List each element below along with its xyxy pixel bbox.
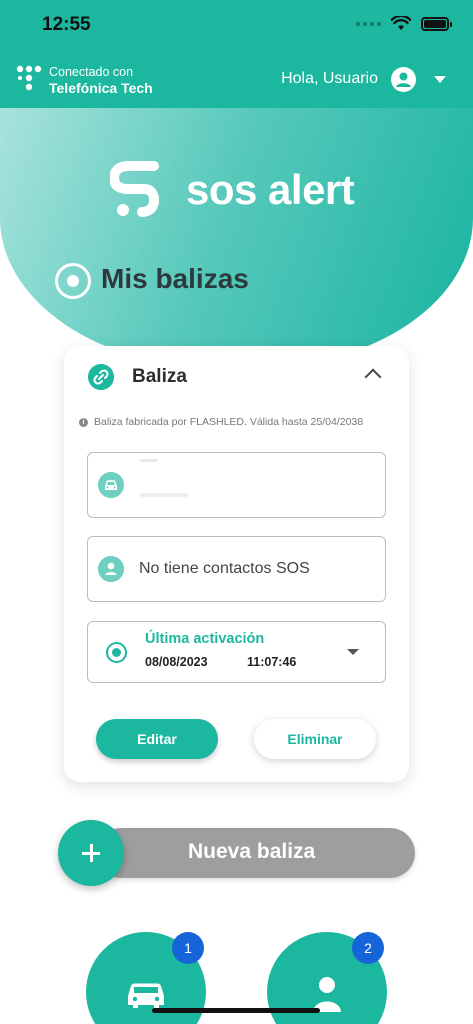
beacon-title: Baliza <box>132 366 187 387</box>
app-bar: Conectado con Telefónica Tech Hola, Usua… <box>0 54 473 108</box>
user-icon[interactable] <box>391 67 416 92</box>
beacon-info: i Baliza fabricada por FLASHLED. Válida … <box>79 416 363 428</box>
status-bar: 12:55 <box>0 0 473 54</box>
plus-icon[interactable] <box>58 820 124 886</box>
wifi-icon <box>391 16 411 30</box>
brand-line1: Conectado con <box>49 65 134 79</box>
telefonica-logo-icon <box>16 65 42 91</box>
radio-icon <box>55 263 91 299</box>
new-beacon-label: Nueva baliza <box>188 840 316 863</box>
last-activation-time: 11:07:46 <box>247 655 297 669</box>
sos-contacts-text: No tiene contactos SOS <box>139 560 310 577</box>
vehicle-placeholder-line <box>140 493 188 497</box>
edit-button[interactable]: Editar <box>96 719 218 759</box>
car-icon <box>128 983 164 1008</box>
status-time: 12:55 <box>42 14 91 35</box>
chevron-down-icon[interactable] <box>347 649 359 655</box>
sos-contacts-field[interactable]: No tiene contactos SOS <box>87 536 386 602</box>
last-activation-date: 08/08/2023 <box>145 655 208 669</box>
vehicles-count-badge: 1 <box>172 932 204 964</box>
vehicle-placeholder-line <box>140 459 158 462</box>
user-greeting[interactable]: Hola, Usuario <box>281 70 378 88</box>
chevron-up-icon[interactable] <box>364 368 382 386</box>
new-beacon-button[interactable]: Nueva baliza <box>58 820 415 886</box>
vehicle-field[interactable] <box>87 452 386 518</box>
last-activation-dropdown[interactable]: Última activación 08/08/2023 11:07:46 <box>87 621 386 683</box>
person-icon <box>98 556 124 582</box>
app-logo-text: sos alert <box>186 166 355 213</box>
radio-icon <box>106 642 127 663</box>
person-icon <box>313 977 341 1012</box>
home-indicator[interactable] <box>152 1008 320 1013</box>
delete-button[interactable]: Eliminar <box>254 719 376 759</box>
battery-icon <box>421 16 452 31</box>
sos-logo-icon <box>110 161 160 217</box>
brand-line2: Telefónica Tech <box>49 80 153 96</box>
brand-text: Conectado con Telefónica Tech <box>49 64 153 96</box>
info-icon: i <box>79 417 88 427</box>
car-icon <box>98 472 124 498</box>
signal-icon <box>356 21 381 26</box>
contacts-count-badge: 2 <box>352 932 384 964</box>
link-icon <box>88 364 114 390</box>
beacon-card: Baliza i Baliza fabricada por FLASHLED. … <box>64 346 409 782</box>
page-title: Mis balizas <box>101 263 249 294</box>
beacon-info-text: Baliza fabricada por FLASHLED. Válida ha… <box>94 416 364 428</box>
hero-banner: sos alert Mis balizas <box>0 108 473 368</box>
last-activation-label: Última activación <box>145 631 265 647</box>
status-icons <box>356 16 452 31</box>
chevron-down-icon[interactable] <box>434 76 446 83</box>
